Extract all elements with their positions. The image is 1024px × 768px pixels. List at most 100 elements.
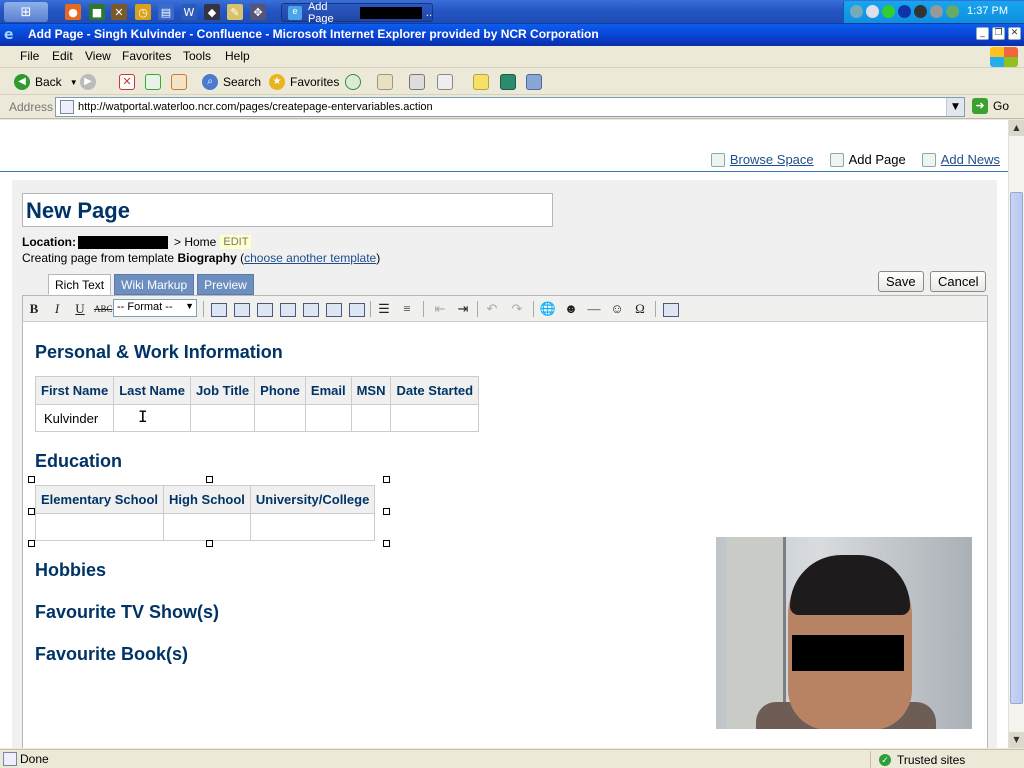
stop-icon[interactable]: ✕: [119, 74, 135, 90]
header-elementary-school[interactable]: Elementary School: [34, 485, 165, 514]
strikethrough-icon[interactable]: ABC: [94, 300, 113, 318]
cell-email[interactable]: [304, 404, 352, 432]
clock-app-icon[interactable]: ◷: [135, 4, 151, 20]
education-table[interactable]: Elementary School High School University…: [34, 485, 376, 541]
table-props-icon[interactable]: [209, 300, 227, 318]
header-email[interactable]: Email: [304, 376, 352, 405]
insert-row-icon[interactable]: [255, 300, 273, 318]
tool-icon[interactable]: ✕: [111, 4, 127, 20]
start-button[interactable]: ⊞: [4, 2, 48, 22]
menu-favorites[interactable]: Favorites: [122, 49, 171, 63]
chevron-down-icon[interactable]: ▼: [946, 98, 964, 116]
cancel-button[interactable]: Cancel: [930, 271, 987, 292]
special-char-icon[interactable]: Ω: [631, 300, 649, 318]
resize-handle[interactable]: [383, 540, 390, 547]
mail-icon[interactable]: [377, 74, 393, 90]
add-news-link[interactable]: Add News: [921, 152, 1000, 167]
numbered-list-icon[interactable]: ≡: [398, 300, 416, 318]
save-button[interactable]: Save: [878, 271, 924, 292]
clock[interactable]: 1:37 PM: [967, 5, 1008, 17]
link-icon[interactable]: 🌐: [539, 300, 557, 318]
italic-icon[interactable]: I: [48, 300, 66, 318]
cell-date-started[interactable]: [390, 404, 480, 432]
taskbar-ie-window[interactable]: e Add Page ..: [281, 1, 433, 25]
address-input[interactable]: http://watportal.waterloo.ncr.com/pages/…: [55, 97, 965, 117]
image-icon[interactable]: ☻: [562, 300, 580, 318]
header-date-started[interactable]: Date Started: [390, 376, 480, 405]
menu-help[interactable]: Help: [225, 49, 250, 63]
scroll-thumb[interactable]: [1010, 192, 1023, 704]
row-before-icon[interactable]: [278, 300, 296, 318]
cell-elementary-school[interactable]: [34, 513, 165, 541]
personal-info-table[interactable]: First Name Last Name Job Title Phone Ema…: [34, 376, 480, 432]
header-university[interactable]: University/College: [249, 485, 376, 514]
notepad-icon[interactable]: ✎: [227, 4, 243, 20]
resize-handle[interactable]: [383, 476, 390, 483]
favorites-button[interactable]: ★ Favorites: [269, 72, 339, 92]
minimize-button[interactable]: _: [976, 27, 989, 40]
bullet-list-icon[interactable]: ☰: [375, 300, 393, 318]
restore-button[interactable]: ❐: [992, 27, 1005, 40]
resize-handle[interactable]: [383, 508, 390, 515]
bold-icon[interactable]: B: [25, 300, 43, 318]
insert-column-icon[interactable]: [232, 300, 250, 318]
vertical-scrollbar[interactable]: ▲ ▼: [1008, 120, 1024, 748]
app2-icon[interactable]: ▤: [158, 4, 174, 20]
tab-wiki-markup[interactable]: Wiki Markup: [114, 274, 195, 295]
print-icon[interactable]: [409, 74, 425, 90]
col-after-icon[interactable]: [347, 300, 365, 318]
menu-tools[interactable]: Tools: [183, 49, 211, 63]
app-icon[interactable]: ■: [89, 4, 105, 20]
cell-first-name[interactable]: Kulvinder: [34, 404, 115, 432]
underline-icon[interactable]: U: [71, 300, 89, 318]
emoticon-icon[interactable]: ☺: [608, 300, 626, 318]
page-title-input[interactable]: New Page: [22, 193, 553, 227]
row-after-icon[interactable]: [301, 300, 319, 318]
history-icon[interactable]: [345, 74, 361, 90]
edit-page-icon[interactable]: [437, 74, 453, 90]
header-msn[interactable]: MSN: [350, 376, 392, 405]
add-page-link[interactable]: Add Page: [829, 152, 906, 167]
tray-app-icon[interactable]: [914, 5, 927, 18]
research-icon[interactable]: [526, 74, 542, 90]
ncr-icon[interactable]: [500, 74, 516, 90]
choose-template-link[interactable]: choose another template: [244, 251, 376, 265]
tray-arrow-icon[interactable]: [850, 5, 863, 18]
header-phone[interactable]: Phone: [254, 376, 306, 405]
tab-preview[interactable]: Preview: [197, 274, 254, 295]
cell-high-school[interactable]: [163, 513, 251, 541]
cell-msn[interactable]: [350, 404, 392, 432]
tray-tool-icon[interactable]: [946, 5, 959, 18]
horizontal-rule-icon[interactable]: —: [585, 300, 603, 318]
note-icon[interactable]: [473, 74, 489, 90]
home-icon[interactable]: [171, 74, 187, 90]
undo-icon[interactable]: ↶: [483, 300, 501, 318]
tray-bluetooth-icon[interactable]: [898, 5, 911, 18]
firefox-icon[interactable]: ●: [65, 4, 81, 20]
cell-university[interactable]: [249, 513, 376, 541]
header-first-name[interactable]: First Name: [34, 376, 115, 405]
back-button[interactable]: ◀ Back ▼: [14, 72, 78, 92]
cell-last-name[interactable]: [113, 404, 191, 432]
scroll-down-icon[interactable]: ▼: [1009, 732, 1024, 748]
security-zone[interactable]: ✓ Trusted sites: [870, 751, 965, 768]
tray-network-icon[interactable]: [866, 5, 879, 18]
menu-edit[interactable]: Edit: [52, 49, 73, 63]
format-select[interactable]: -- Format -- ▼: [113, 299, 197, 317]
word-icon[interactable]: W: [181, 4, 197, 20]
browse-space-link[interactable]: Browse Space: [710, 152, 814, 167]
chevron-down-icon[interactable]: ▼: [70, 78, 78, 87]
cell-job-title[interactable]: [189, 404, 256, 432]
tray-status-icon[interactable]: [882, 5, 895, 18]
outdent-icon[interactable]: ⇤: [431, 300, 449, 318]
scroll-up-icon[interactable]: ▲: [1009, 120, 1024, 136]
resize-handle[interactable]: [28, 540, 35, 547]
refresh-icon[interactable]: [145, 74, 161, 90]
redo-icon[interactable]: ↷: [508, 300, 526, 318]
fullscreen-icon[interactable]: [661, 300, 679, 318]
tab-rich-text[interactable]: Rich Text: [48, 274, 112, 295]
resize-handle[interactable]: [206, 476, 213, 483]
menu-file[interactable]: File: [20, 49, 39, 63]
indent-icon[interactable]: ⇥: [454, 300, 472, 318]
shield-icon[interactable]: ◆: [204, 4, 220, 20]
